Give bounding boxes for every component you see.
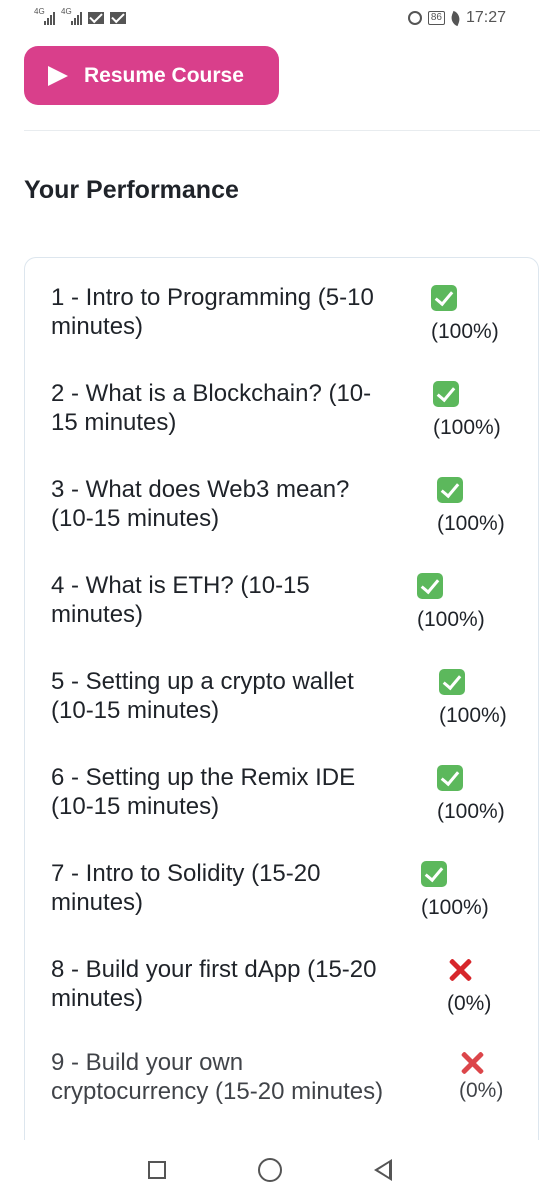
lesson-title-line-1: 7 - Intro to Solidity (15-20 xyxy=(51,860,321,887)
lesson-title: 9 - Build your own cryptocurrency (15-20… xyxy=(51,1048,383,1106)
lesson-status: (0%) xyxy=(459,1050,538,1104)
lesson-item[interactable]: 7 - Intro to Solidity (15-20 minutes) (1… xyxy=(51,859,511,949)
resume-course-label: Resume Course xyxy=(84,63,244,87)
lesson-item[interactable]: 3 - What does Web3 mean? (10-15 minutes)… xyxy=(51,475,511,565)
lesson-title-line-1: 6 - Setting up the Remix IDE xyxy=(51,764,356,791)
lesson-status: (100%) xyxy=(417,573,507,633)
lesson-title-line-1: 9 - Build your own xyxy=(51,1049,244,1076)
status-time: 17:27 xyxy=(465,9,506,26)
status-left: 4G 4G xyxy=(34,7,126,25)
check-icon xyxy=(431,285,457,311)
lesson-title-line-1: 5 - Setting up a crypto wallet xyxy=(51,668,354,695)
lesson-item[interactable]: 8 - Build your first dApp (15-20 minutes… xyxy=(51,955,511,1045)
lesson-title: 1 - Intro to Programming (5-10 minutes) xyxy=(51,283,374,341)
lesson-status: (100%) xyxy=(433,381,523,441)
battery-icon: 86 xyxy=(427,11,445,25)
lesson-title-line-2: minutes) xyxy=(51,889,144,916)
resume-course-button[interactable]: Resume Course xyxy=(24,46,279,105)
check-icon xyxy=(417,573,443,599)
cross-icon xyxy=(447,957,473,983)
lesson-percent: (100%) xyxy=(437,512,505,535)
check-icon xyxy=(437,765,463,791)
status-right: 86 17:27 xyxy=(407,9,506,27)
lesson-item[interactable]: 4 - What is ETH? (10-15 minutes) (100%) xyxy=(51,571,511,661)
lesson-status: (100%) xyxy=(421,861,511,921)
lesson-title: 2 - What is a Blockchain? (10- 15 minute… xyxy=(51,379,371,437)
lesson-title: 8 - Build your first dApp (15-20 minutes… xyxy=(51,955,377,1013)
lesson-title: 5 - Setting up a crypto wallet (10-15 mi… xyxy=(51,667,354,725)
network-type-2: 4G xyxy=(61,7,72,16)
mail-icon-2 xyxy=(110,12,126,24)
lesson-percent: (0%) xyxy=(447,992,492,1015)
lesson-title-line-1: 4 - What is ETH? (10-15 xyxy=(51,572,310,599)
lesson-percent: (100%) xyxy=(437,800,505,823)
lesson-title-line-2: (10-15 minutes) xyxy=(51,793,220,820)
lesson-title: 7 - Intro to Solidity (15-20 minutes) xyxy=(51,859,320,917)
play-icon xyxy=(48,65,68,86)
lesson-status: (100%) xyxy=(437,765,527,825)
lesson-title-line-2: (10-15 minutes) xyxy=(51,697,220,724)
lesson-title-line-1: 2 - What is a Blockchain? (10- xyxy=(51,380,372,407)
cross-icon xyxy=(459,1050,485,1076)
divider xyxy=(24,130,540,131)
lesson-title-line-2: minutes) xyxy=(51,985,144,1012)
lesson-item[interactable]: 6 - Setting up the Remix IDE (10-15 minu… xyxy=(51,763,511,853)
status-bar: 4G 4G 86 17:27 xyxy=(0,0,540,36)
lesson-item[interactable]: 1 - Intro to Programming (5-10 minutes) … xyxy=(51,283,511,373)
lesson-status: (0%) xyxy=(447,957,537,1017)
lesson-percent: (100%) xyxy=(439,704,507,727)
signal-icon-2: 4G xyxy=(61,7,82,25)
lesson-percent: (0%) xyxy=(459,1079,504,1102)
lesson-title: 6 - Setting up the Remix IDE (10-15 minu… xyxy=(51,763,355,821)
lesson-item[interactable]: 9 - Build your own cryptocurrency (15-20… xyxy=(51,1048,511,1138)
lesson-percent: (100%) xyxy=(431,320,499,343)
lesson-title-line-1: 8 - Build your first dApp (15-20 xyxy=(51,956,377,983)
lesson-status: (100%) xyxy=(439,669,529,729)
lesson-title-line-1: 3 - What does Web3 mean? xyxy=(51,476,350,503)
lesson-status: (100%) xyxy=(431,285,521,345)
lesson-item[interactable]: 2 - What is a Blockchain? (10- 15 minute… xyxy=(51,379,511,469)
check-icon xyxy=(437,477,463,503)
recent-apps-icon[interactable] xyxy=(148,1161,166,1179)
lesson-title-line-1: 1 - Intro to Programming (5-10 xyxy=(51,284,374,311)
lesson-percent: (100%) xyxy=(417,608,485,631)
lesson-title: 3 - What does Web3 mean? (10-15 minutes) xyxy=(51,475,349,533)
mail-icon xyxy=(88,12,104,24)
section-title: Your Performance xyxy=(24,176,239,204)
lesson-title-line-2: minutes) xyxy=(51,601,144,628)
check-icon xyxy=(439,669,465,695)
leaf-icon xyxy=(449,10,462,26)
navigation-bar xyxy=(0,1140,540,1200)
network-type-1: 4G xyxy=(34,7,45,16)
check-icon xyxy=(433,381,459,407)
lesson-title-line-2: (10-15 minutes) xyxy=(51,505,220,532)
lesson-percent: (100%) xyxy=(421,896,489,919)
lesson-title-line-2: minutes) xyxy=(51,313,144,340)
check-icon xyxy=(421,861,447,887)
lesson-title-line-2: cryptocurrency (15-20 minutes) xyxy=(51,1078,384,1105)
home-icon[interactable] xyxy=(258,1158,282,1182)
performance-card: 1 - Intro to Programming (5-10 minutes) … xyxy=(24,257,539,1157)
lesson-title-line-2: 15 minutes) xyxy=(51,409,177,436)
back-icon[interactable] xyxy=(374,1159,392,1181)
lesson-status: (100%) xyxy=(437,477,527,537)
lesson-item[interactable]: 5 - Setting up a crypto wallet (10-15 mi… xyxy=(51,667,511,757)
signal-icon: 4G xyxy=(34,7,55,25)
alarm-icon xyxy=(407,11,422,25)
lesson-title: 4 - What is ETH? (10-15 minutes) xyxy=(51,571,310,629)
lesson-percent: (100%) xyxy=(433,416,501,439)
